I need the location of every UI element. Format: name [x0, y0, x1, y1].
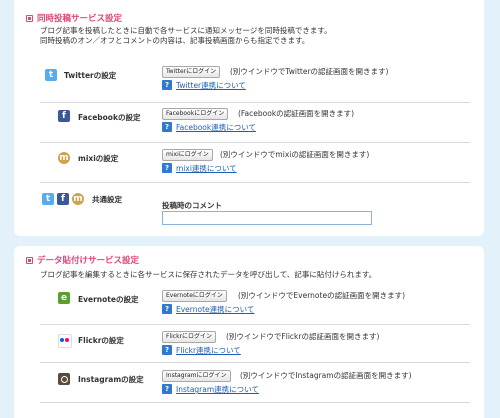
paste-section-title: データ貼付けサービス設定: [26, 254, 139, 266]
comment-input[interactable]: [162, 211, 372, 225]
evernote-note: (別ウインドウでEvernoteの認証画面を開きます): [238, 291, 405, 300]
instagram-row: Instagramの設定 Instagramにログイン (別ウインドウでInst…: [40, 362, 470, 403]
section-bullet-icon: [26, 14, 33, 22]
twitter-about-link[interactable]: Twitter連携について: [176, 80, 246, 91]
help-icon: ?: [162, 80, 172, 90]
help-icon: ?: [162, 122, 172, 132]
twitter-icon: t: [42, 193, 54, 205]
paste-desc: ブログ記事を編集するときに各サービスに保存されたデータを呼び出して、記事に貼付け…: [40, 270, 377, 279]
facebook-about-link[interactable]: Facebook連携について: [176, 122, 256, 133]
mixi-icon: m: [72, 193, 84, 205]
help-icon: ?: [162, 345, 172, 355]
paste-service-panel: データ貼付けサービス設定 ブログ記事を編集するときに各サービスに保存されたデータ…: [14, 246, 484, 418]
instagram-about-link[interactable]: Instagram連携について: [176, 384, 259, 395]
paste-title-text: データ貼付けサービス設定: [37, 256, 140, 266]
mixi-setting-label: mixiの設定: [78, 154, 119, 163]
mixi-login-button[interactable]: mixiにログイン: [162, 149, 213, 161]
instagram-note: (別ウインドウでInstagramの認証画面を開きます): [240, 371, 412, 380]
twitter-row: t Twitterの設定 Twitterにログイン (別ウインドウでTwitte…: [40, 58, 470, 103]
simul-desc-2: 同時投稿のオン／オフとコメントの内容は、記事投稿画面からも指定できます。: [40, 36, 310, 45]
help-icon: ?: [162, 163, 172, 173]
facebook-row: f Facebookの設定 Facebookにログイン (Facebookの認証…: [40, 102, 470, 143]
twitter-note: (別ウインドウでTwitterの認証画面を開きます): [230, 67, 389, 76]
simul-post-panel: 同時投稿サービス設定 ブログ記事を投稿したときに自動で各サービスに通知メッセージ…: [14, 0, 484, 236]
common-setting-label: 共通設定: [92, 195, 122, 204]
facebook-note: (Facebookの認証画面を開きます): [238, 109, 355, 118]
simul-title-text: 同時投稿サービス設定: [37, 14, 123, 24]
facebook-setting-label: Facebookの設定: [78, 113, 141, 122]
mixi-icon: m: [58, 152, 70, 164]
help-icon: ?: [162, 384, 172, 394]
facebook-login-button[interactable]: Facebookにログイン: [162, 108, 229, 120]
evernote-row: e Evernoteの設定 Evernoteにログイン (別ウインドウでEver…: [40, 282, 470, 325]
simul-desc-1: ブログ記事を投稿したときに自動で各サービスに通知メッセージを同時投稿できます。: [40, 26, 332, 35]
mixi-row: m mixiの設定 mixiにログイン (別ウインドウでmixiの認証画面を開き…: [40, 142, 470, 183]
comment-label: 投稿時のコメント: [162, 201, 222, 210]
instagram-icon: [58, 373, 70, 385]
simul-section-title: 同時投稿サービス設定: [26, 12, 122, 24]
flickr-note: (別ウインドウでFlickrの認証画面を開きます): [226, 332, 380, 341]
flickr-row: Flickrの設定 Flickrにログイン (別ウインドウでFlickrの認証画…: [40, 324, 470, 363]
instagram-setting-label: Instagramの設定: [78, 375, 144, 384]
twitter-login-button[interactable]: Twitterにログイン: [162, 66, 221, 78]
flickr-setting-label: Flickrの設定: [78, 336, 124, 345]
mixi-about-link[interactable]: mixi連携について: [176, 163, 237, 174]
flickr-about-link[interactable]: Flickr連携について: [176, 345, 241, 356]
flickr-login-button[interactable]: Flickrにログイン: [162, 331, 217, 343]
evernote-setting-label: Evernoteの設定: [78, 295, 139, 304]
twitter-icon: t: [45, 69, 57, 81]
section-bullet-icon: [26, 256, 33, 264]
evernote-about-link[interactable]: Evernote連携について: [176, 304, 254, 315]
facebook-icon: f: [58, 110, 70, 122]
twitter-setting-label: Twitterの設定: [64, 71, 117, 80]
common-row: t f m 共通設定 投稿時のコメント: [40, 182, 470, 234]
help-icon: ?: [162, 304, 172, 314]
mixi-note: (別ウインドウでmixiの認証画面を開きます): [220, 150, 370, 159]
flickr-icon: [58, 334, 72, 348]
facebook-icon: f: [57, 193, 69, 205]
instagram-login-button[interactable]: Instagramにログイン: [162, 370, 231, 382]
evernote-icon: e: [58, 292, 70, 304]
evernote-login-button[interactable]: Evernoteにログイン: [162, 290, 227, 302]
